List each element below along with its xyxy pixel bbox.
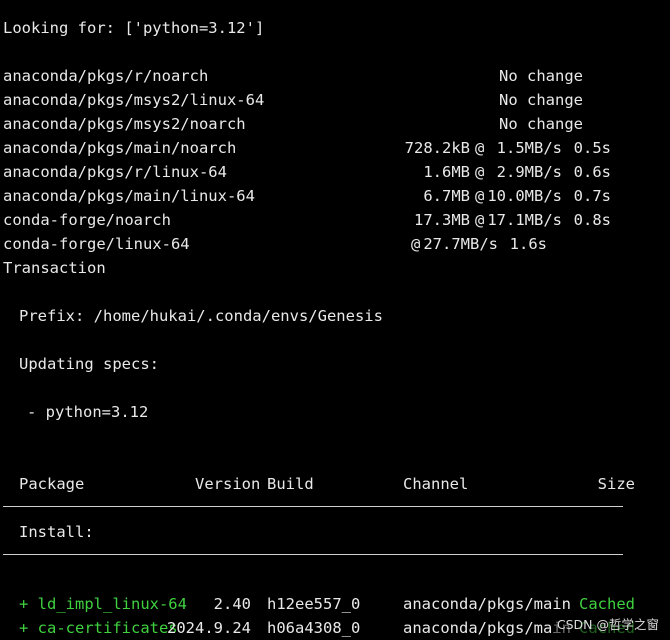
header-channel: Channel <box>403 475 469 493</box>
csdn-watermark: CSDN @哲学之窗 <box>553 616 662 634</box>
package-version: 2024.9.24 <box>167 619 251 637</box>
header-version: Version <box>195 475 261 493</box>
repo-name: anaconda/pkgs/main/linux-64 <box>3 187 255 205</box>
repo-speed: 27.7MB/s <box>423 235 498 253</box>
header-size: Size <box>597 475 635 493</box>
package-size: Cached <box>579 595 635 613</box>
repo-time: 0.6s <box>573 163 611 181</box>
looking-for-line: Looking for: ['python=3.12'] <box>3 19 265 37</box>
repo-status: No change <box>499 91 583 109</box>
repo-name: conda-forge/noarch <box>3 211 171 229</box>
package-build: h06a4308_0 <box>267 619 361 637</box>
package-channel: anaconda/pkgs/main <box>403 595 571 613</box>
header-package: Package <box>19 475 85 493</box>
repo-speed: 10.0MB/s <box>487 187 562 205</box>
package-name: + ca-certificates <box>19 619 178 637</box>
repo-name: anaconda/pkgs/msys2/linux-64 <box>3 91 265 109</box>
repo-name: anaconda/pkgs/r/linux-64 <box>3 163 227 181</box>
transaction-heading: Transaction <box>3 259 106 277</box>
package-build: h12ee557_0 <box>267 595 361 613</box>
repo-name: conda-forge/linux-64 <box>3 235 190 253</box>
repo-speed: 2.9MB/s <box>496 163 562 181</box>
header-build: Build <box>267 475 314 493</box>
repo-at: @ <box>411 235 421 253</box>
repo-time: 0.5s <box>573 139 611 157</box>
repo-at: @ <box>475 211 485 229</box>
table-divider <box>3 506 623 507</box>
repo-status: No change <box>499 115 583 133</box>
spec-item: - python=3.12 <box>27 403 149 421</box>
repo-at: @ <box>475 187 485 205</box>
repo-size: 1.6MB <box>423 163 470 181</box>
repo-name: anaconda/pkgs/main/noarch <box>3 139 237 157</box>
table-divider <box>3 554 623 555</box>
repo-at: @ <box>475 163 485 181</box>
repo-at: @ <box>475 139 485 157</box>
install-label: Install: <box>19 523 94 541</box>
repo-time: 0.8s <box>573 211 611 229</box>
terminal-window: Looking for: ['python=3.12'] anaconda/pk… <box>0 0 670 640</box>
repo-time: 0.7s <box>573 187 611 205</box>
package-version: 2.40 <box>213 595 251 613</box>
package-name: + ld_impl_linux-64 <box>19 595 187 613</box>
package-channel: anaconda/pkgs/main <box>403 619 571 637</box>
repo-speed: 1.5MB/s <box>496 139 562 157</box>
repo-name: anaconda/pkgs/msys2/noarch <box>3 115 246 133</box>
repo-size: 6.7MB <box>423 187 470 205</box>
repo-size: 728.2kB <box>404 139 470 157</box>
repo-status: No change <box>499 67 583 85</box>
repo-speed: 17.1MB/s <box>487 211 562 229</box>
repo-time: 1.6s <box>509 235 547 253</box>
prefix-line: Prefix: /home/hukai/.conda/envs/Genesis <box>19 307 383 325</box>
updating-specs-label: Updating specs: <box>19 355 159 373</box>
repo-name: anaconda/pkgs/r/noarch <box>3 67 209 85</box>
repo-size: 17.3MB <box>414 211 470 229</box>
